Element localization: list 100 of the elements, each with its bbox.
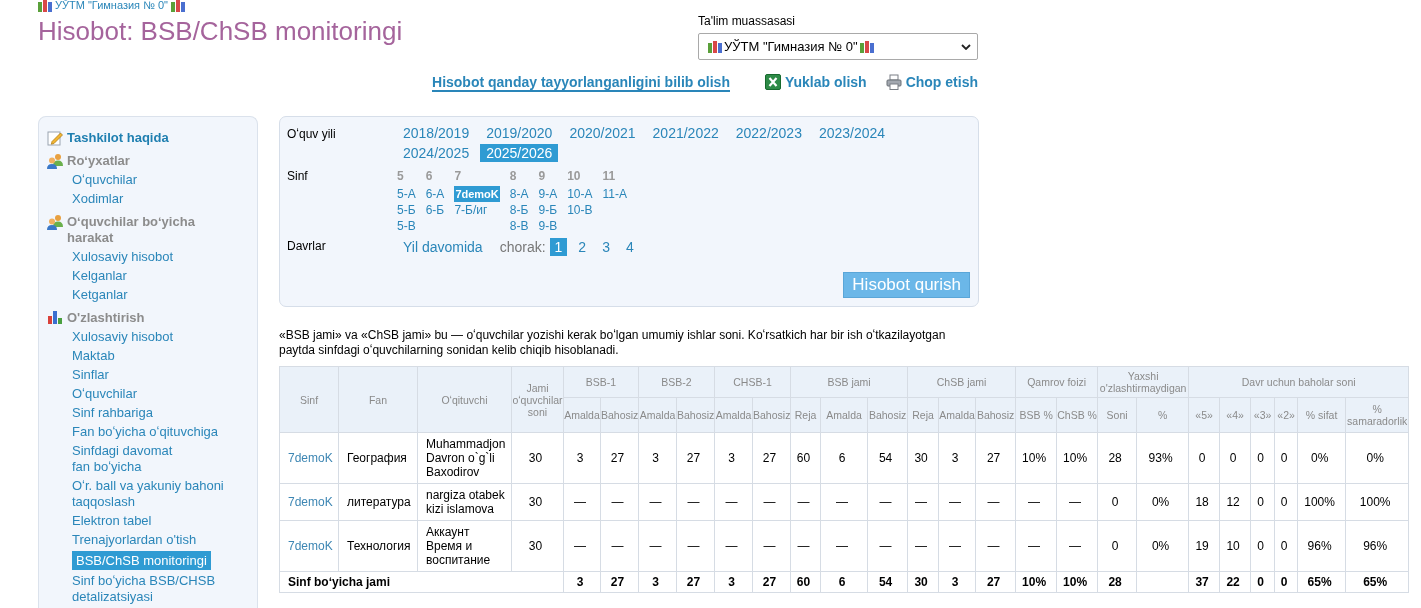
grade-label: 5 [397,169,405,183]
year-option[interactable]: 2021/2022 [646,124,725,142]
class-option[interactable]: 9-А [538,186,558,202]
table-cell: — [938,483,976,521]
table-cell: 100% [1345,483,1409,521]
books-icon [38,0,52,12]
breadcrumb-link[interactable]: УЎТМ "Гимназия № 0" [55,0,168,11]
sidebar-item[interactable]: Elektron tabel [72,513,152,529]
class-option[interactable]: 10-В [567,202,593,218]
grade-label: 6 [425,169,434,183]
table-cell: — [907,520,939,572]
table-cell: — [600,520,639,572]
class-option[interactable]: 6-Б [425,202,445,218]
column-header: Davr uchun baholar soni [1188,366,1409,398]
table-cell: 28 [1097,432,1137,484]
class-option[interactable]: 5-А [397,186,416,202]
download-link[interactable]: Yuklab olish [764,74,867,90]
class-option[interactable]: 8-В [509,218,529,234]
table-cell: 10% [1056,432,1098,484]
sidebar-item[interactable]: Maktab [72,348,115,364]
year-option[interactable]: 2024/2025 [397,144,476,162]
sidebar-item[interactable]: Sinf rahbariga [72,405,153,421]
class-option[interactable]: 11-А [602,186,627,202]
year-option[interactable]: 2020/2021 [563,124,642,142]
sidebar-item[interactable]: Oʻr. ball va yakuniy bahoni taqqoslash [72,478,232,510]
year-option[interactable]: 2022/2023 [729,124,808,142]
table-cell: География [338,432,418,484]
column-header: % [1136,397,1189,433]
spreadsheet-icon [764,74,781,90]
table-cell: 6 [820,571,868,593]
table-cell: 54 [867,432,908,484]
help-link[interactable]: Hisobot qanday tayyorlanganligini bilib olish [432,72,730,92]
sidebar-item[interactable]: BSB/ChSB monitoringi [72,551,211,570]
table-cell: 27 [676,432,715,484]
table-cell: 96% [1345,520,1409,572]
quarter-option[interactable]: 1 [549,238,568,256]
sidebar-item[interactable]: Sinfdagi davomat fan boʻyicha [72,443,173,475]
grade-label: 11 [602,169,617,183]
build-report-button[interactable]: Hisobot qurish [843,272,970,298]
table-cell: 30 [907,571,939,593]
institution-select[interactable]: УЎТМ "Гимназия № 0" [698,33,978,60]
table-cell: Аккаунт Время и воспитание [417,520,512,572]
table-cell: — [1015,483,1057,521]
table-cell: 10% [1015,432,1057,484]
class-option[interactable]: 8-Б [509,202,529,218]
quarter-option[interactable]: 2 [573,238,592,256]
books-icon [859,40,874,53]
class-option[interactable]: 6-А [425,186,445,202]
print-link[interactable]: Chop etish [885,74,978,90]
column-header: CHSB-1 [714,366,791,398]
users-icon [47,214,63,230]
sidebar-item[interactable]: Trenajyorlardan o'tish [72,532,197,548]
sidebar-item[interactable]: Sinf boʻyicha BSB/CHSB detalizatsiyasi [72,573,232,605]
table-cell: — [867,483,908,521]
books-icon [171,0,185,12]
year-option[interactable]: 2023/2024 [812,124,892,142]
sidebar-item[interactable]: Oʻquvchilar [72,386,138,402]
table-cell: 3 [714,571,753,593]
table-cell: 27 [975,571,1016,593]
table-cell: 0 [1250,432,1275,484]
class-option[interactable]: 7demoK [454,186,500,202]
sidebar-item[interactable]: Xulosaviy hisobot [72,249,174,265]
sidebar-item[interactable]: Sinflar [72,367,109,383]
period-option[interactable]: Yil davomida [397,238,489,256]
year-option[interactable]: 2019/2020 [480,124,559,142]
class-option[interactable]: 10-А [567,186,593,202]
caret-down-icon [961,43,971,50]
quarter-option[interactable]: 3 [597,238,615,256]
sidebar-item[interactable]: Ketganlar [72,287,128,303]
table-cell: 10% [1056,571,1098,593]
users-icon [47,153,63,169]
table-cell: — [790,483,821,521]
class-option[interactable]: 9-В [538,218,558,234]
class-option[interactable]: 9-Б [538,202,557,218]
table-cell: 37 [1188,571,1220,593]
table-cell: 27 [752,571,791,593]
field-label: Ta'lim muassasasi [698,14,796,28]
table-cell: 60 [790,571,821,593]
class-option[interactable]: 5-Б [397,202,416,218]
table-cell: 0 [1250,571,1275,593]
sidebar-link[interactable]: Tashkilot haqida [67,130,169,146]
sidebar-item[interactable]: Oʻquvchilar [72,172,138,188]
table-cell: 3 [638,571,677,593]
table-cell: 3 [938,432,976,484]
table-cell: 0 [1274,432,1298,484]
column-header: Jami oʻquvchilar soni [511,366,564,433]
table-cell: 0% [1345,432,1409,484]
table-cell: 18 [1188,483,1220,521]
quarter-option[interactable]: 4 [620,238,639,256]
class-option[interactable]: 7-Б/иг [454,202,488,218]
table-cell: 3 [714,432,753,484]
sidebar-item[interactable]: Kelganlar [72,268,127,284]
sidebar-item[interactable]: Xodimlar [72,191,124,207]
class-option[interactable]: 5-В [397,218,416,234]
class-option[interactable]: 8-А [509,186,529,202]
table-cell: 30 [907,432,939,484]
year-option[interactable]: 2018/2019 [397,124,476,142]
sidebar-item[interactable]: Xulosaviy hisobot [72,329,174,345]
sidebar-item[interactable]: Fan boʻyicha oʻqituvchiga [72,424,218,440]
year-option[interactable]: 2025/2026 [480,144,559,162]
